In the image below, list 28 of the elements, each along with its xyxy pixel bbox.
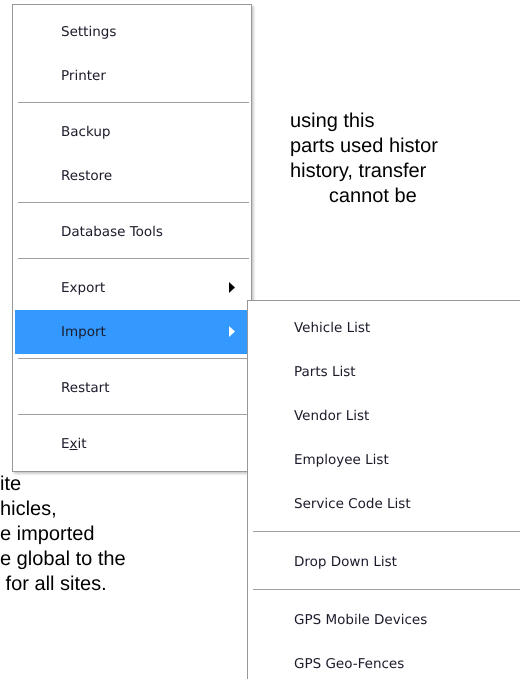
menu-item[interactable]: Export <box>15 266 249 310</box>
menu-item[interactable]: GPS Mobile Devices <box>250 598 520 642</box>
document-text: for all sites. <box>4 572 108 597</box>
menu-item[interactable]: Exit <box>15 422 249 466</box>
submenu-arrow-icon <box>229 326 235 337</box>
menu-item[interactable]: Employee List <box>250 438 520 482</box>
menu-item[interactable]: Import <box>15 310 249 354</box>
menu-item[interactable]: Vendor List <box>250 394 520 438</box>
document-text: history, transfer <box>290 159 428 184</box>
menu-item[interactable]: Restart <box>15 366 249 410</box>
menu-item[interactable]: Drop Down List <box>250 540 520 584</box>
menu-item[interactable]: Parts List <box>250 350 520 394</box>
document-text: hicles, <box>0 497 58 522</box>
menu-item[interactable]: Restore <box>15 154 249 198</box>
menu-item[interactable]: Vehicle List <box>250 306 520 350</box>
document-text: cannot be <box>328 184 418 209</box>
menu-item[interactable]: Backup <box>15 110 249 154</box>
document-text: e imported <box>0 522 96 547</box>
document-text: ite <box>0 472 22 497</box>
menu-item[interactable]: Database Tools <box>15 210 249 254</box>
document-text: using this <box>290 109 376 134</box>
menu-item[interactable]: GPS Geo-Fences <box>250 642 520 679</box>
menu-item[interactable]: Service Code List <box>250 482 520 526</box>
document-text: e global to the <box>0 547 126 572</box>
menu-item[interactable]: Settings <box>15 10 249 54</box>
document-text: parts used histor <box>290 134 438 159</box>
submenu-arrow-icon <box>229 282 235 293</box>
menu-item[interactable]: Printer <box>15 54 249 98</box>
